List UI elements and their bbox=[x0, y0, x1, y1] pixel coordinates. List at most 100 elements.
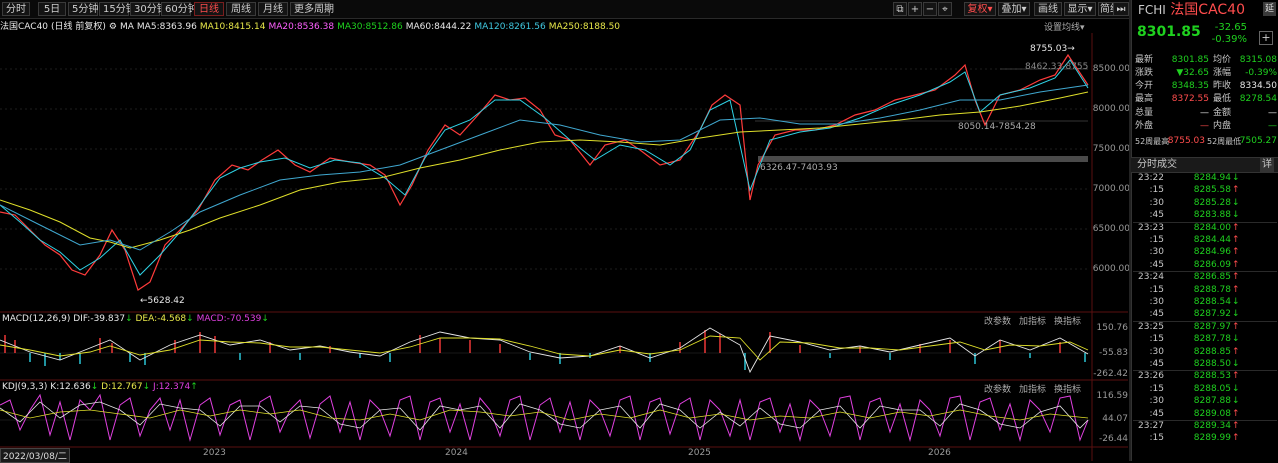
trade-row: 23:22 8284.94 ↓ bbox=[1133, 173, 1277, 184]
trade-price: 8287.88 bbox=[1193, 396, 1231, 407]
trade-time: :45 bbox=[1149, 359, 1164, 369]
trade-price: 8289.08 bbox=[1193, 408, 1231, 419]
quote-row: 最高 8372.55 最低 8278.54 bbox=[1135, 93, 1277, 106]
quote-label: 内盘 bbox=[1213, 121, 1232, 131]
trade-row: 23:24 8286.85 ↑ bbox=[1133, 272, 1277, 283]
trade-row: :30 8284.96 ↑ bbox=[1133, 247, 1277, 258]
macd-panel-buttons: 改参数 加指标 换指标 bbox=[976, 314, 1081, 327]
trade-price: 8286.09 bbox=[1193, 259, 1231, 270]
trade-time: :30 bbox=[1149, 197, 1164, 208]
low-annotation: ←5628.42 bbox=[140, 296, 185, 306]
macd-dea: DEA:-4.568 bbox=[135, 314, 187, 324]
trade-price: 8288.54 bbox=[1193, 297, 1231, 307]
trade-time: :30 bbox=[1149, 297, 1164, 307]
range3-annotation: 6326.47-7403.93 bbox=[760, 163, 838, 173]
trade-row: :30 8285.28 ↓ bbox=[1133, 198, 1277, 209]
trade-direction-icon: ↓ bbox=[1232, 173, 1240, 183]
trade-price: 8287.78 bbox=[1193, 334, 1231, 345]
kdj-j-line bbox=[0, 393, 1089, 442]
kdj-change-params-button[interactable]: 改参数 bbox=[984, 385, 1011, 395]
trade-direction-icon: ↑ bbox=[1232, 247, 1240, 258]
trade-time: 23:22 bbox=[1138, 173, 1164, 183]
macd-name: MACD(12,26,9) bbox=[2, 314, 71, 324]
add-watchlist-button[interactable]: + bbox=[1259, 31, 1273, 45]
kdj-j: J:12.374 bbox=[153, 382, 191, 392]
trade-price: 8287.92 bbox=[1193, 309, 1231, 320]
trade-time: :30 bbox=[1149, 396, 1164, 407]
trade-row: :45 8287.92 ↓ bbox=[1133, 309, 1277, 320]
quote-label: 昨收 bbox=[1213, 81, 1232, 91]
trade-row: 23:25 8287.97 ↑ bbox=[1133, 322, 1277, 333]
date-axis-label: 2024 bbox=[445, 448, 468, 458]
trade-time: 23:26 bbox=[1138, 371, 1164, 382]
price-change: -32.65 -0.39% bbox=[1211, 22, 1247, 45]
quote-value: — bbox=[1268, 121, 1277, 131]
trade-price: 8288.05 bbox=[1193, 383, 1231, 394]
trade-row: :15 8288.05 ↓ bbox=[1133, 384, 1277, 395]
trade-direction-icon: ↑ bbox=[1232, 321, 1240, 332]
kdj-k: K:12.636 bbox=[50, 382, 91, 392]
trade-direction-icon: ↓ bbox=[1232, 297, 1240, 307]
trade-time: :45 bbox=[1149, 259, 1164, 270]
quote-value: 8301.85 bbox=[1171, 55, 1209, 65]
price-axis-label: 8500.00 bbox=[1092, 64, 1130, 74]
trade-direction-icon: ↓ bbox=[1232, 396, 1240, 407]
trade-price: 8288.53 bbox=[1193, 371, 1231, 382]
trade-row: :15 8287.78 ↓ bbox=[1133, 334, 1277, 345]
trade-price: 8286.85 bbox=[1193, 272, 1231, 283]
trade-direction-icon: ↓ bbox=[1232, 359, 1240, 369]
kdj-add-indicator-button[interactable]: 加指标 bbox=[1019, 385, 1046, 395]
kdj-legend: KDJ(9,3,3) K:12.636↓ D:12.767↓ J:12.374↑ bbox=[2, 382, 198, 392]
ma60-line bbox=[0, 91, 1089, 249]
kdj-d-line bbox=[0, 409, 1089, 421]
date-axis-label: 2023 bbox=[203, 448, 226, 458]
trade-direction-icon: ↑ bbox=[1232, 433, 1240, 444]
price-axis-label: 7500.00 bbox=[1092, 144, 1130, 154]
trade-price: 8284.00 bbox=[1193, 222, 1231, 233]
trade-time: 23:23 bbox=[1138, 222, 1164, 233]
range2-annotation: 8050.14-7854.28 bbox=[958, 122, 1036, 132]
trade-price: 8284.96 bbox=[1193, 247, 1231, 258]
macd-axis-label: -55.83 bbox=[1098, 348, 1128, 358]
trade-direction-icon: ↑ bbox=[1232, 259, 1240, 270]
trade-direction-icon: ↑ bbox=[1232, 284, 1240, 295]
quote-label: 外盘 bbox=[1135, 121, 1154, 131]
trades-detail-button[interactable]: 详 bbox=[1260, 158, 1274, 172]
macd-swap-indicator-button[interactable]: 换指标 bbox=[1054, 317, 1081, 327]
quote-row: 涨跌 ▼32.65 涨幅 -0.39% bbox=[1135, 67, 1277, 80]
trade-direction-icon: ↑ bbox=[1232, 421, 1240, 431]
trade-time: :15 bbox=[1149, 433, 1164, 444]
price-axis-label: 7000.00 bbox=[1092, 184, 1130, 194]
kdj-name: KDJ(9,3,3) bbox=[2, 382, 48, 392]
macd-change-params-button[interactable]: 改参数 bbox=[984, 317, 1011, 327]
kdj-swap-indicator-button[interactable]: 换指标 bbox=[1054, 385, 1081, 395]
trade-price: 8285.58 bbox=[1193, 185, 1231, 196]
quote-row: 52周最高 8755.03 52周最低 7505.27 bbox=[1135, 135, 1277, 148]
trade-row: :15 8285.58 ↑ bbox=[1133, 185, 1277, 196]
trade-direction-icon: ↑ bbox=[1232, 408, 1240, 419]
quote-row: 最新 8301.85 均价 8315.08 bbox=[1135, 54, 1277, 67]
price-axis-label: 8000.00 bbox=[1092, 104, 1130, 114]
macd-axis-label: 150.76 bbox=[1096, 323, 1129, 333]
kdj-axis-label: 44.07 bbox=[1102, 414, 1128, 424]
trade-direction-icon: ↑ bbox=[1232, 185, 1240, 196]
macd-add-indicator-button[interactable]: 加指标 bbox=[1019, 317, 1046, 327]
macd-axis-label: -262.42 bbox=[1093, 369, 1128, 379]
quote-value: 8334.50 bbox=[1239, 81, 1277, 91]
trade-time: :30 bbox=[1149, 346, 1164, 357]
quote-value: -0.39% bbox=[1245, 68, 1277, 78]
quote-label: 52周最低 bbox=[1207, 137, 1242, 146]
trade-direction-icon: ↓ bbox=[1232, 197, 1240, 208]
trades-title: 分时成交 bbox=[1137, 159, 1177, 170]
kdj-k-line bbox=[0, 401, 1089, 431]
high-annotation: 8755.03→ bbox=[1030, 44, 1075, 54]
trade-direction-icon: ↑ bbox=[1232, 222, 1240, 233]
macd-dif: DIF:-39.837 bbox=[73, 314, 126, 324]
quote-value: — bbox=[1200, 121, 1209, 131]
support-band bbox=[758, 156, 1088, 162]
quote-label: 金额 bbox=[1213, 108, 1232, 118]
trade-price: 8285.28 bbox=[1193, 197, 1231, 208]
range1-annotation: 8462.33-8755 bbox=[1025, 62, 1089, 72]
trade-time: :45 bbox=[1149, 408, 1164, 419]
date-axis-label: 2026 bbox=[928, 448, 951, 458]
